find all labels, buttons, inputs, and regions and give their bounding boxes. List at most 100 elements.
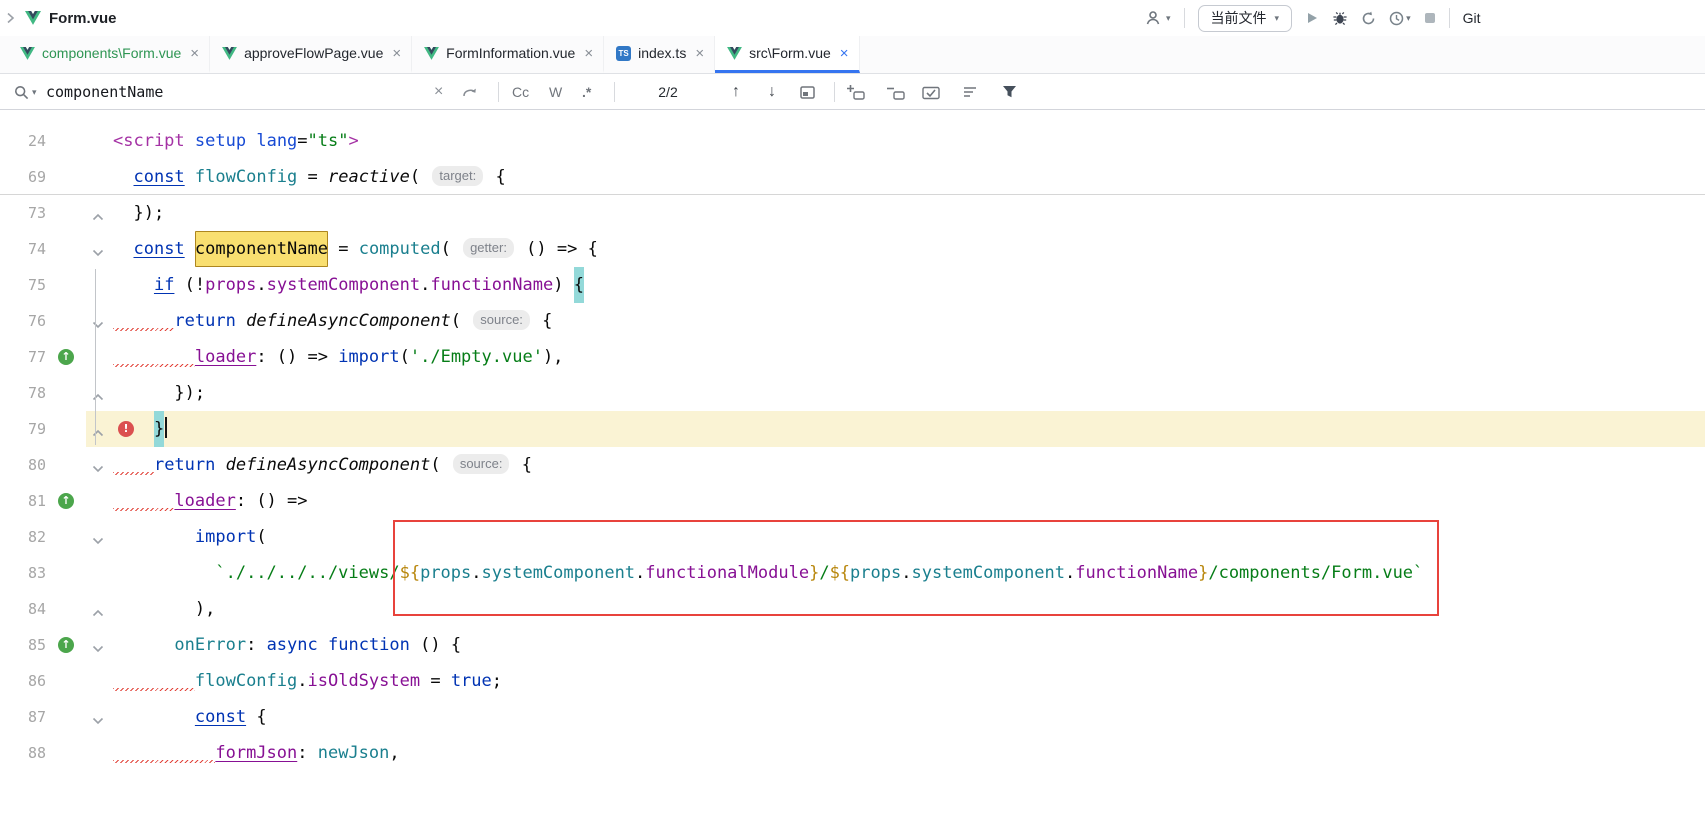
code-line-85[interactable]: 85↑ onError: async function () { bbox=[0, 627, 1705, 663]
code-token: ( bbox=[410, 159, 430, 195]
search-input[interactable] bbox=[46, 74, 426, 110]
code-token: flowConfig bbox=[195, 663, 297, 699]
rerun-button[interactable] bbox=[1361, 11, 1376, 26]
clear-search-icon[interactable]: × bbox=[434, 74, 443, 110]
fold-down-icon[interactable] bbox=[92, 532, 106, 542]
divider bbox=[614, 82, 615, 102]
code-token: './Empty.vue' bbox=[410, 339, 543, 375]
code-line-69[interactable]: 69 const flowConfig = reactive( target: … bbox=[0, 159, 1705, 195]
code-token: getter: bbox=[463, 238, 514, 258]
run-button[interactable] bbox=[1305, 11, 1319, 25]
code-token bbox=[113, 663, 195, 699]
code-line-87[interactable]: 87 const { bbox=[0, 699, 1705, 735]
code-token: import bbox=[338, 339, 399, 375]
ide-window: Form.vue ▾ 当前文件 ▾ ▾ bbox=[0, 0, 1705, 820]
code-token: isOldSystem bbox=[308, 663, 421, 699]
typescript-file-icon: TS bbox=[616, 46, 631, 61]
run-configuration-button[interactable]: 当前文件 ▾ bbox=[1198, 5, 1293, 32]
line-number: 87 bbox=[0, 699, 46, 735]
newline-arrow-icon[interactable] bbox=[462, 74, 478, 110]
collaboration-button[interactable]: ▾ bbox=[1146, 10, 1171, 26]
code-token: defineAsyncComponent bbox=[246, 303, 451, 339]
code-line-86[interactable]: 86 flowConfig.isOldSystem = true; bbox=[0, 663, 1705, 699]
navigate-up-icon[interactable]: ↑ bbox=[58, 493, 74, 509]
code-token: ( bbox=[430, 447, 450, 483]
close-icon[interactable]: × bbox=[584, 45, 593, 62]
code-text: loader: () => import('./Empty.vue'), bbox=[113, 339, 563, 375]
fold-down-icon[interactable] bbox=[92, 244, 106, 254]
line-number: 80 bbox=[0, 447, 46, 483]
editor[interactable]: 24<script setup lang="ts">69 const flowC… bbox=[0, 110, 1705, 820]
fold-up-icon[interactable] bbox=[92, 208, 106, 218]
code-line-73[interactable]: 73 }); bbox=[0, 195, 1705, 231]
match-case-toggle[interactable]: Cc bbox=[512, 74, 529, 110]
debug-button[interactable] bbox=[1332, 10, 1348, 26]
remove-occurrence-button[interactable] bbox=[886, 74, 905, 110]
code-token: if bbox=[154, 267, 174, 303]
line-number: 86 bbox=[0, 663, 46, 699]
next-occurrence-button[interactable]: ↓ bbox=[768, 74, 776, 110]
open-in-find-window-button[interactable] bbox=[800, 74, 815, 110]
close-icon[interactable]: × bbox=[392, 45, 401, 62]
code-token: { bbox=[511, 447, 531, 483]
regex-toggle[interactable]: .* bbox=[582, 74, 591, 110]
fold-down-icon[interactable] bbox=[92, 712, 106, 722]
code-token: async bbox=[267, 627, 318, 663]
fold-up-icon[interactable] bbox=[92, 604, 106, 614]
text-caret bbox=[165, 417, 167, 438]
tab-approveflowpage-vue[interactable]: approveFlowPage.vue× bbox=[210, 36, 412, 73]
code-token bbox=[113, 303, 174, 339]
search-scope-icon[interactable] bbox=[962, 74, 978, 110]
fold-down-icon[interactable] bbox=[92, 640, 106, 650]
code-token: } bbox=[1198, 555, 1208, 591]
line-number: 77 bbox=[0, 339, 46, 375]
navigate-up-icon[interactable]: ↑ bbox=[58, 349, 74, 365]
search-history-button[interactable]: ▾ bbox=[14, 74, 37, 110]
code-token: formJson bbox=[215, 735, 297, 771]
navigate-up-icon[interactable]: ↑ bbox=[58, 637, 74, 653]
tab-components-form-vue[interactable]: components\Form.vue× bbox=[8, 36, 210, 73]
code-line-78[interactable]: 78 }); bbox=[0, 375, 1705, 411]
words-toggle[interactable]: W bbox=[549, 74, 562, 110]
code-line-82[interactable]: 82 import( bbox=[0, 519, 1705, 555]
add-occurrence-button[interactable] bbox=[846, 74, 865, 110]
code-line-76[interactable]: 76 return defineAsyncComponent( source: … bbox=[0, 303, 1705, 339]
code-text: ), bbox=[113, 591, 215, 627]
fold-region-indicator bbox=[95, 269, 96, 445]
git-menu[interactable]: Git bbox=[1463, 10, 1481, 26]
code-token bbox=[113, 519, 195, 555]
code-token: source: bbox=[453, 454, 510, 474]
code-line-77[interactable]: 77 ↑ loader: () => import('./Empty.vue'), bbox=[0, 339, 1705, 375]
filter-icon[interactable] bbox=[1002, 74, 1017, 110]
select-all-occurrences-button[interactable] bbox=[922, 74, 940, 110]
code-line-75[interactable]: 75 if (!props.systemComponent.functionNa… bbox=[0, 267, 1705, 303]
code-token: `./../../../views/ bbox=[215, 555, 399, 591]
code-token: { bbox=[485, 159, 505, 195]
close-icon[interactable]: × bbox=[695, 45, 704, 62]
stop-button[interactable] bbox=[1424, 12, 1436, 24]
code-line-81[interactable]: 81↑ loader: () => bbox=[0, 483, 1705, 519]
code-token: = bbox=[297, 123, 307, 159]
code-text: const flowConfig = reactive( target: { bbox=[113, 159, 506, 195]
code-line-24[interactable]: 24<script setup lang="ts"> bbox=[0, 123, 1705, 159]
code-line-84[interactable]: 84 ), bbox=[0, 591, 1705, 627]
previous-occurrence-button[interactable]: ↑ bbox=[732, 74, 740, 110]
run-history-button[interactable]: ▾ bbox=[1389, 11, 1411, 26]
code-area: 24<script setup lang="ts">69 const flowC… bbox=[0, 110, 1705, 771]
tab-index-ts[interactable]: TSindex.ts× bbox=[604, 36, 715, 73]
window-title: Form.vue bbox=[49, 10, 117, 27]
code-line-74[interactable]: 74 const componentName = computed( gette… bbox=[0, 231, 1705, 267]
tab-forminformation-vue[interactable]: FormInformation.vue× bbox=[412, 36, 604, 73]
close-icon[interactable]: × bbox=[190, 45, 199, 62]
close-icon[interactable]: × bbox=[840, 45, 849, 62]
code-token: import bbox=[195, 519, 256, 555]
fold-down-icon[interactable] bbox=[92, 460, 106, 470]
code-line-80[interactable]: 80 return defineAsyncComponent( source: … bbox=[0, 447, 1705, 483]
code-token bbox=[318, 627, 328, 663]
code-line-79[interactable]: 79! } bbox=[0, 411, 1705, 447]
code-line-88[interactable]: 88 formJson: newJson, bbox=[0, 735, 1705, 771]
code-line-83[interactable]: 83 `./../../../views/${props.systemCompo… bbox=[0, 555, 1705, 591]
code-token bbox=[113, 699, 195, 735]
tab-src-form-vue[interactable]: src\Form.vue× bbox=[715, 36, 859, 73]
divider bbox=[1184, 8, 1185, 28]
